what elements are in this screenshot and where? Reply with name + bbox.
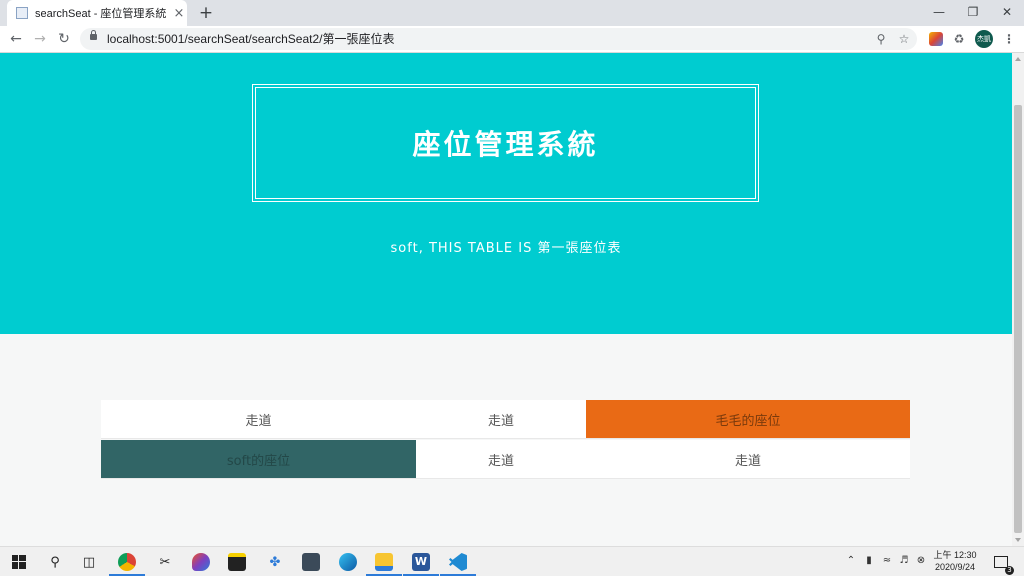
paint-app-icon[interactable] — [190, 551, 212, 573]
edge-browser-icon[interactable] — [337, 551, 359, 573]
notification-center-icon[interactable]: 3 — [990, 551, 1014, 575]
snipping-tool-icon[interactable]: ✂ — [154, 551, 176, 573]
windows-start-icon[interactable] — [8, 551, 30, 573]
scrollbar-thumb[interactable] — [1014, 105, 1022, 533]
seat-cell-aisle[interactable]: 走道 — [416, 440, 586, 479]
table-subtitle: soft, THIS TABLE IS 第一張座位表 — [390, 241, 622, 256]
file-explorer-icon[interactable] — [373, 551, 395, 573]
system-clock[interactable]: 上午 12:30 2020/9/24 — [928, 549, 982, 573]
calculator-icon[interactable] — [300, 551, 322, 573]
volume-icon[interactable]: ♬ — [897, 555, 911, 566]
wifi-icon[interactable]: ≈ — [880, 555, 894, 566]
browser-tab-bar: searchSeat - 座位管理系統 × + — ❐ ✕ — [0, 0, 1024, 26]
site-title: 座位管理系統 — [412, 128, 599, 161]
url-text[interactable]: localhost:5001/searchSeat/searchSeat2/第一… — [107, 28, 394, 50]
remote-tool-icon[interactable]: ✤ — [264, 551, 286, 573]
seat-cell-maomao[interactable]: 毛毛的座位 — [586, 400, 910, 439]
extensions-puzzle-icon[interactable]: ♻ — [950, 30, 968, 48]
clock-date: 2020/9/24 — [934, 562, 976, 572]
notification-count: 3 — [1005, 566, 1014, 575]
windows-taskbar: ⚲ ◫ ✂ ✤ W ⌃ ▮ ≈ ♬ ⊗ 上午 12:30 2020/9/24 3 — [0, 546, 1024, 576]
browser-toolbar: ← → ↻ localhost:5001/searchSeat/searchSe… — [0, 26, 1024, 53]
tray-expand-icon[interactable]: ⌃ — [844, 555, 858, 566]
search-icon[interactable]: ⚲ — [44, 551, 66, 573]
seat-table: 走道 走道 毛毛的座位 soft的座位 走道 走道 — [101, 400, 910, 480]
new-tab-button[interactable]: + — [196, 3, 216, 23]
input-method-icon[interactable]: ⊗ — [914, 555, 928, 566]
forward-arrow-icon[interactable]: → — [30, 29, 50, 49]
scroll-up-arrow-icon[interactable] — [1015, 57, 1021, 61]
scroll-down-arrow-icon[interactable] — [1015, 538, 1021, 542]
sticky-notes-icon[interactable] — [226, 551, 248, 573]
title-frame: 座位管理系統 — [252, 84, 759, 202]
reload-icon[interactable]: ↻ — [54, 29, 74, 49]
page-favicon-icon — [16, 7, 28, 19]
tab-title: searchSeat - 座位管理系統 — [35, 8, 167, 20]
hero-banner: 座位管理系統 soft, THIS TABLE IS 第一張座位表 — [0, 53, 1012, 334]
seat-cell-aisle[interactable]: 走道 — [586, 440, 910, 479]
menu-dots-icon[interactable]: ⋮ — [1000, 30, 1018, 48]
address-bar[interactable]: localhost:5001/searchSeat/searchSeat2/第一… — [80, 28, 917, 50]
seat-cell-soft[interactable]: soft的座位 — [101, 440, 416, 479]
chrome-app-icon[interactable] — [116, 551, 138, 573]
lock-icon — [90, 30, 97, 40]
back-arrow-icon[interactable]: ← — [6, 29, 26, 49]
word-app-icon[interactable]: W — [410, 551, 432, 573]
zoom-icon[interactable]: ⚲ — [872, 30, 890, 48]
clock-time: 上午 12:30 — [933, 550, 977, 560]
vertical-scrollbar[interactable] — [1012, 53, 1024, 546]
battery-icon[interactable]: ▮ — [862, 555, 876, 566]
vscode-app-icon[interactable] — [447, 551, 469, 573]
extension-app-icon[interactable] — [929, 32, 943, 46]
browser-tab[interactable]: searchSeat - 座位管理系統 × — [7, 0, 187, 26]
seat-cell-aisle[interactable]: 走道 — [101, 400, 416, 439]
task-view-icon[interactable]: ◫ — [78, 551, 100, 573]
restore-icon[interactable]: ❐ — [956, 2, 990, 22]
profile-avatar[interactable]: 杰凱 — [975, 30, 993, 48]
page-viewport: 座位管理系統 soft, THIS TABLE IS 第一張座位表 走道 走道 … — [0, 53, 1012, 546]
tab-close-icon[interactable]: × — [171, 6, 187, 21]
minimize-icon[interactable]: — — [922, 2, 956, 22]
bookmark-star-icon[interactable]: ☆ — [895, 30, 913, 48]
seat-cell-aisle[interactable]: 走道 — [416, 400, 586, 439]
window-close-icon[interactable]: ✕ — [990, 2, 1024, 22]
